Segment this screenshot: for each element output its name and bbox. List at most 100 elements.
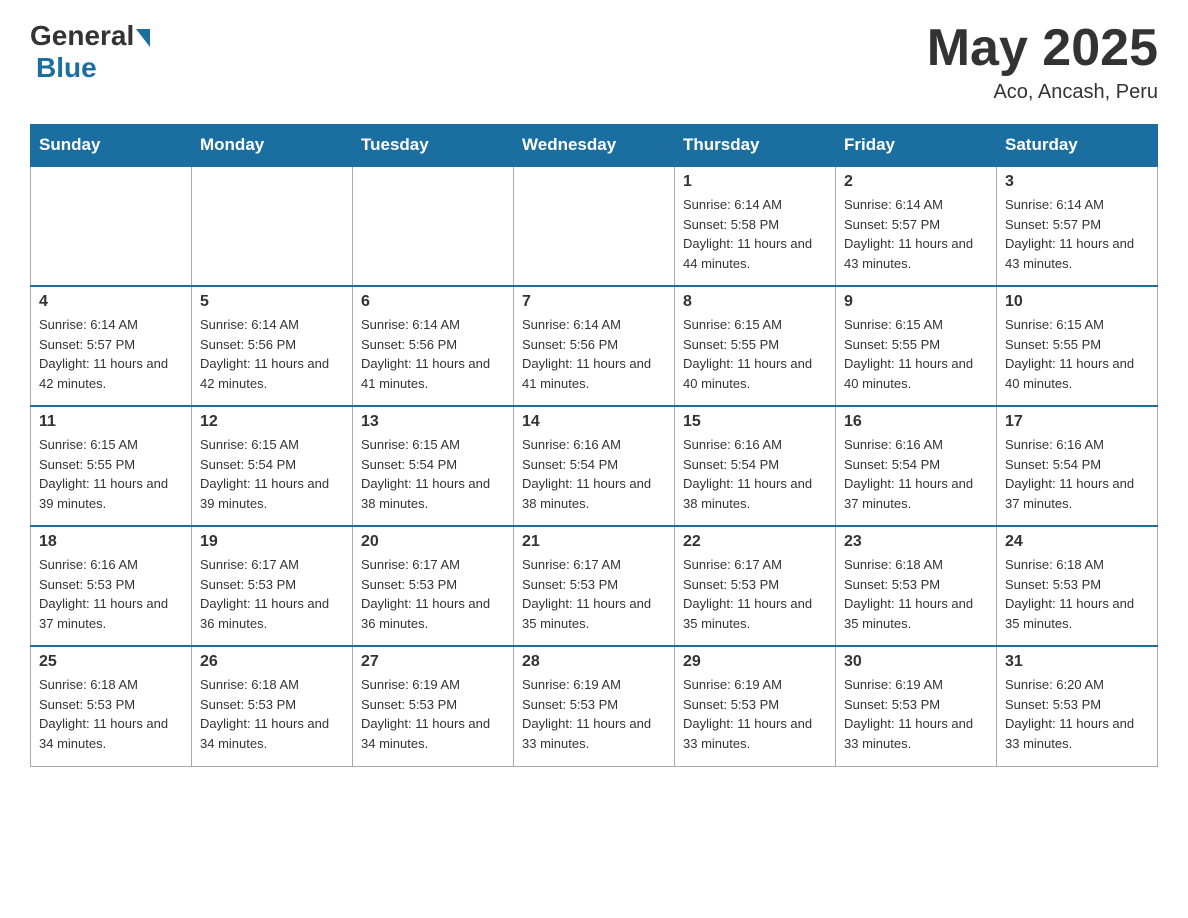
day-number: 25 xyxy=(39,653,183,671)
day-number: 20 xyxy=(361,533,505,551)
day-number: 13 xyxy=(361,413,505,431)
day-number: 21 xyxy=(522,533,666,551)
day-info: Sunrise: 6:16 AM Sunset: 5:54 PM Dayligh… xyxy=(683,435,827,513)
day-of-week-header: Thursday xyxy=(675,125,836,167)
day-number: 24 xyxy=(1005,533,1149,551)
day-number: 2 xyxy=(844,173,988,191)
calendar-cell: 31Sunrise: 6:20 AM Sunset: 5:53 PM Dayli… xyxy=(997,646,1158,766)
day-info: Sunrise: 6:15 AM Sunset: 5:55 PM Dayligh… xyxy=(39,435,183,513)
calendar-cell: 7Sunrise: 6:14 AM Sunset: 5:56 PM Daylig… xyxy=(514,286,675,406)
day-number: 12 xyxy=(200,413,344,431)
day-number: 19 xyxy=(200,533,344,551)
day-info: Sunrise: 6:17 AM Sunset: 5:53 PM Dayligh… xyxy=(200,555,344,633)
day-info: Sunrise: 6:17 AM Sunset: 5:53 PM Dayligh… xyxy=(683,555,827,633)
calendar-cell: 3 Sunrise: 6:14 AM Sunset: 5:57 PM Daylig… xyxy=(997,166,1158,286)
logo-blue-text: Blue xyxy=(36,52,97,84)
calendar-cell: 13 Sunrise: 6:15 AM Sunset: 5:54 PM Dayli… xyxy=(353,406,514,526)
calendar-cell: 4 Sunrise: 6:14 AM Sunset: 5:57 PM Daylig… xyxy=(31,286,192,406)
calendar-cell: 25 Sunrise: 6:18 AM Sunset: 5:53 PM Dayli… xyxy=(31,646,192,766)
day-info: Sunrise: 6:19 AM Sunset: 5:53 PM Dayligh… xyxy=(361,675,505,753)
logo: General Blue xyxy=(30,20,150,84)
calendar-cell: 26 Sunrise: 6:18 AM Sunset: 5:53 PM Dayli… xyxy=(192,646,353,766)
day-number: 11 xyxy=(39,413,183,431)
calendar-cell: 15 Sunrise: 6:16 AM Sunset: 5:54 PM Dayli… xyxy=(675,406,836,526)
day-number: 27 xyxy=(361,653,505,671)
day-info: Sunrise: 6:15 AM Sunset: 5:55 PM Dayligh… xyxy=(844,315,988,393)
day-number: 6 xyxy=(361,293,505,311)
day-number: 10 xyxy=(1005,293,1149,311)
day-info: Sunrise: 6:18 AM Sunset: 5:53 PM Dayligh… xyxy=(200,675,344,753)
calendar-cell: 11 Sunrise: 6:15 AM Sunset: 5:55 PM Dayli… xyxy=(31,406,192,526)
day-number: 9 xyxy=(844,293,988,311)
day-number: 4 xyxy=(39,293,183,311)
day-info: Sunrise: 6:18 AM Sunset: 5:53 PM Dayligh… xyxy=(39,675,183,753)
calendar-cell: 27 Sunrise: 6:19 AM Sunset: 5:53 PM Dayli… xyxy=(353,646,514,766)
day-info: Sunrise: 6:14 AM Sunset: 5:57 PM Dayligh… xyxy=(1005,195,1149,273)
calendar-cell xyxy=(31,166,192,286)
day-number: 23 xyxy=(844,533,988,551)
day-info: Sunrise: 6:14 AM Sunset: 5:58 PM Dayligh… xyxy=(683,195,827,273)
month-year-title: May 2025 xyxy=(927,20,1158,77)
day-number: 5 xyxy=(200,293,344,311)
day-info: Sunrise: 6:17 AM Sunset: 5:53 PM Dayligh… xyxy=(522,555,666,633)
calendar-cell: 1 Sunrise: 6:14 AM Sunset: 5:58 PM Daylig… xyxy=(675,166,836,286)
calendar-cell: 30 Sunrise: 6:19 AM Sunset: 5:53 PM Dayli… xyxy=(836,646,997,766)
day-number: 26 xyxy=(200,653,344,671)
day-of-week-header: Saturday xyxy=(997,125,1158,167)
calendar-cell: 18 Sunrise: 6:16 AM Sunset: 5:53 PM Dayli… xyxy=(31,526,192,646)
calendar-cell: 17 Sunrise: 6:16 AM Sunset: 5:54 PM Dayli… xyxy=(997,406,1158,526)
day-number: 15 xyxy=(683,413,827,431)
calendar-table: SundayMondayTuesdayWednesdayThursdayFrid… xyxy=(30,124,1158,767)
day-info: Sunrise: 6:19 AM Sunset: 5:53 PM Dayligh… xyxy=(522,675,666,753)
day-info: Sunrise: 6:15 AM Sunset: 5:55 PM Dayligh… xyxy=(683,315,827,393)
page-header: General Blue May 2025 Aco, Ancash, Peru xyxy=(30,20,1158,104)
logo-general-text: General xyxy=(30,20,134,52)
calendar-cell: 29 Sunrise: 6:19 AM Sunset: 5:53 PM Dayli… xyxy=(675,646,836,766)
calendar-cell: 16Sunrise: 6:16 AM Sunset: 5:54 PM Dayli… xyxy=(836,406,997,526)
calendar-cell: 6Sunrise: 6:14 AM Sunset: 5:56 PM Daylig… xyxy=(353,286,514,406)
day-info: Sunrise: 6:16 AM Sunset: 5:54 PM Dayligh… xyxy=(844,435,988,513)
day-info: Sunrise: 6:14 AM Sunset: 5:57 PM Dayligh… xyxy=(39,315,183,393)
day-info: Sunrise: 6:16 AM Sunset: 5:54 PM Dayligh… xyxy=(522,435,666,513)
day-number: 7 xyxy=(522,293,666,311)
day-info: Sunrise: 6:18 AM Sunset: 5:53 PM Dayligh… xyxy=(844,555,988,633)
title-block: May 2025 Aco, Ancash, Peru xyxy=(927,20,1158,104)
day-number: 28 xyxy=(522,653,666,671)
day-of-week-header: Friday xyxy=(836,125,997,167)
calendar-cell xyxy=(192,166,353,286)
day-of-week-header: Tuesday xyxy=(353,125,514,167)
day-info: Sunrise: 6:19 AM Sunset: 5:53 PM Dayligh… xyxy=(844,675,988,753)
day-of-week-header: Monday xyxy=(192,125,353,167)
day-number: 29 xyxy=(683,653,827,671)
location-subtitle: Aco, Ancash, Peru xyxy=(927,81,1158,104)
logo-arrow-icon xyxy=(136,29,150,47)
calendar-cell: 23 Sunrise: 6:18 AM Sunset: 5:53 PM Dayli… xyxy=(836,526,997,646)
calendar-cell: 14Sunrise: 6:16 AM Sunset: 5:54 PM Dayli… xyxy=(514,406,675,526)
day-info: Sunrise: 6:14 AM Sunset: 5:57 PM Dayligh… xyxy=(844,195,988,273)
day-info: Sunrise: 6:16 AM Sunset: 5:53 PM Dayligh… xyxy=(39,555,183,633)
day-info: Sunrise: 6:18 AM Sunset: 5:53 PM Dayligh… xyxy=(1005,555,1149,633)
day-number: 3 xyxy=(1005,173,1149,191)
day-number: 30 xyxy=(844,653,988,671)
day-info: Sunrise: 6:15 AM Sunset: 5:54 PM Dayligh… xyxy=(200,435,344,513)
calendar-cell xyxy=(353,166,514,286)
calendar-cell: 12 Sunrise: 6:15 AM Sunset: 5:54 PM Dayli… xyxy=(192,406,353,526)
calendar-cell: 10Sunrise: 6:15 AM Sunset: 5:55 PM Dayli… xyxy=(997,286,1158,406)
day-of-week-header: Wednesday xyxy=(514,125,675,167)
day-of-week-header: Sunday xyxy=(31,125,192,167)
day-number: 18 xyxy=(39,533,183,551)
calendar-cell: 2 Sunrise: 6:14 AM Sunset: 5:57 PM Daylig… xyxy=(836,166,997,286)
calendar-cell: 20Sunrise: 6:17 AM Sunset: 5:53 PM Dayli… xyxy=(353,526,514,646)
calendar-cell: 19 Sunrise: 6:17 AM Sunset: 5:53 PM Dayli… xyxy=(192,526,353,646)
day-number: 17 xyxy=(1005,413,1149,431)
calendar-cell: 5Sunrise: 6:14 AM Sunset: 5:56 PM Daylig… xyxy=(192,286,353,406)
calendar-cell: 21 Sunrise: 6:17 AM Sunset: 5:53 PM Dayli… xyxy=(514,526,675,646)
calendar-cell: 24 Sunrise: 6:18 AM Sunset: 5:53 PM Dayli… xyxy=(997,526,1158,646)
day-info: Sunrise: 6:19 AM Sunset: 5:53 PM Dayligh… xyxy=(683,675,827,753)
calendar-cell xyxy=(514,166,675,286)
day-info: Sunrise: 6:15 AM Sunset: 5:54 PM Dayligh… xyxy=(361,435,505,513)
calendar-cell: 22 Sunrise: 6:17 AM Sunset: 5:53 PM Dayli… xyxy=(675,526,836,646)
day-number: 22 xyxy=(683,533,827,551)
day-number: 1 xyxy=(683,173,827,191)
day-info: Sunrise: 6:16 AM Sunset: 5:54 PM Dayligh… xyxy=(1005,435,1149,513)
